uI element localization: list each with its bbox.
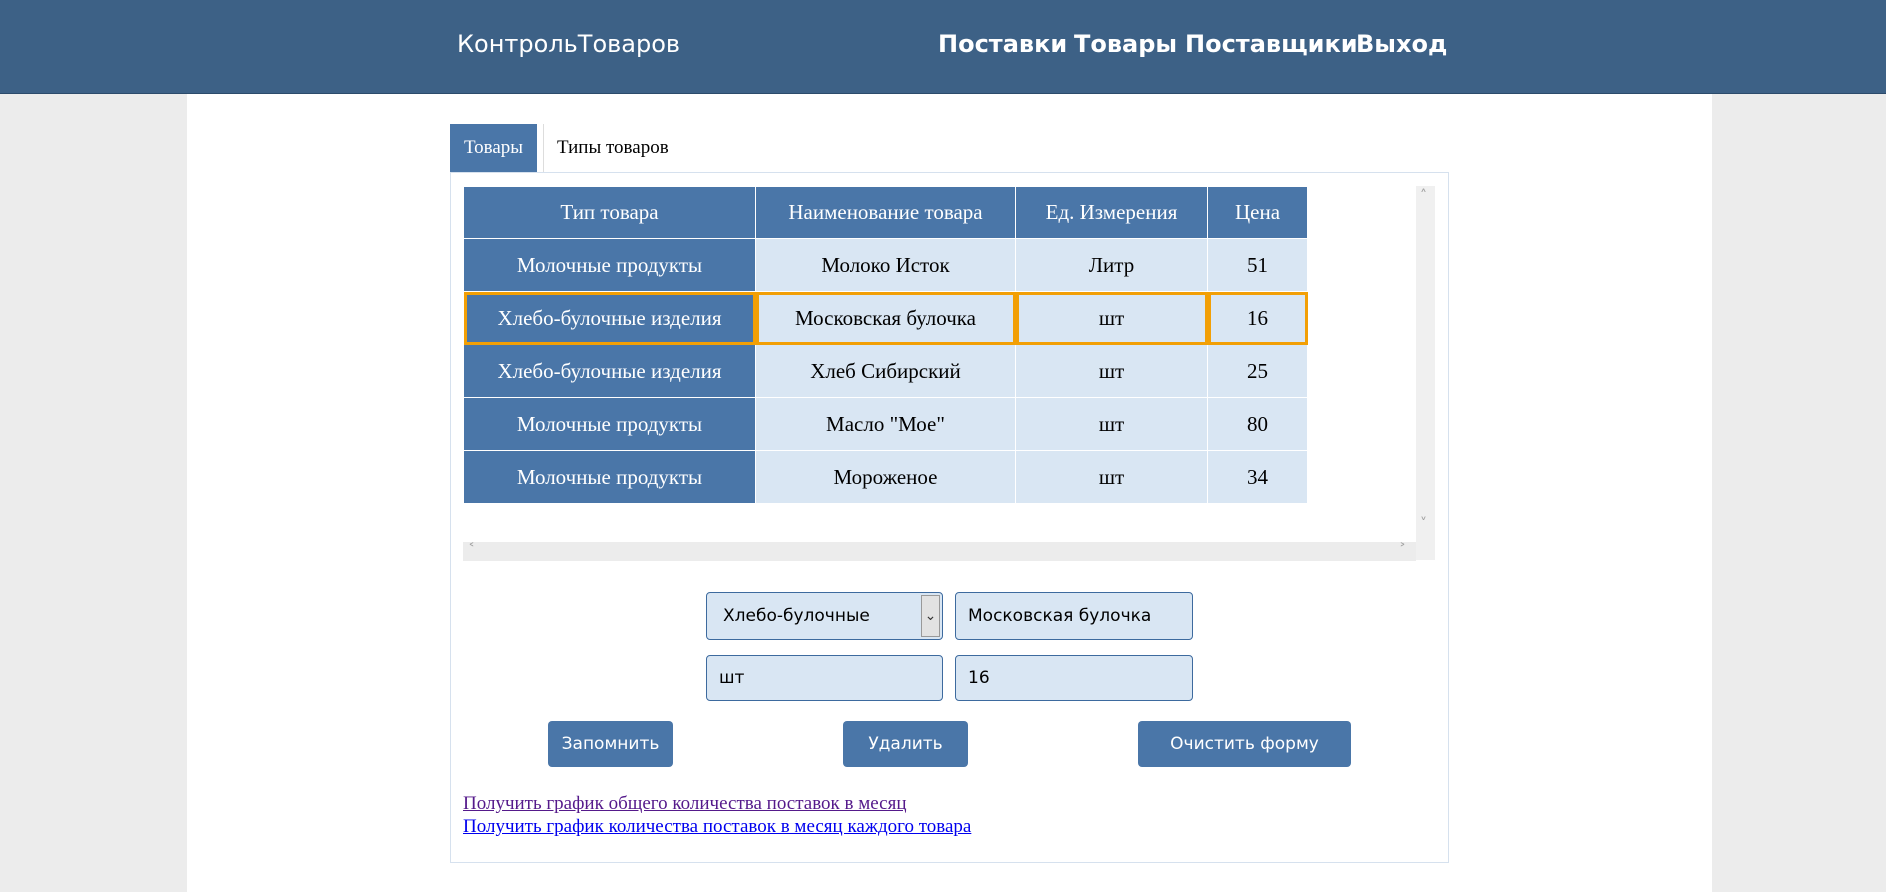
chevron-down-icon[interactable]: ⌄ [921, 595, 940, 637]
cell-price[interactable]: 51 [1207, 238, 1308, 292]
nav-suppliers[interactable]: Поставщики [1185, 30, 1358, 58]
table-header-row: Тип товара Наименование товара Ед. Измер… [463, 186, 1308, 239]
products-table: Тип товара Наименование товара Ед. Измер… [463, 186, 1308, 504]
table-row[interactable]: Молочные продукты Мороженое шт 34 [463, 450, 1308, 504]
horizontal-scrollbar[interactable]: ˂ ˃ [463, 542, 1416, 561]
save-button[interactable]: Запомнить [548, 721, 673, 767]
unit-field[interactable]: шт [706, 655, 943, 701]
cell-price[interactable]: 25 [1207, 344, 1308, 398]
cell-unit[interactable]: шт [1015, 397, 1208, 451]
clear-form-button[interactable]: Очистить форму [1138, 721, 1351, 767]
cell-name[interactable]: Мороженое [755, 450, 1016, 504]
nav-products[interactable]: Товары [1074, 30, 1177, 58]
scroll-down-icon[interactable]: ˅ [1420, 516, 1427, 532]
nav-logout[interactable]: Выход [1356, 30, 1447, 58]
product-type-select[interactable]: Хлебо-булочные изделия ⌄ [706, 592, 943, 672]
cell-name[interactable]: Хлеб Сибирский [755, 344, 1016, 398]
cell-unit[interactable]: шт [1015, 344, 1208, 398]
top-navbar: КонтрольТоваров Поставки Товары Поставщи… [0, 0, 1886, 94]
column-header-price[interactable]: Цена [1207, 186, 1308, 239]
cell-unit[interactable]: шт [1015, 291, 1208, 345]
cell-price[interactable]: 16 [1207, 291, 1308, 345]
scroll-right-icon[interactable]: ˃ [1399, 542, 1406, 558]
table-row[interactable]: Молочные продукты Масло "Мое" шт 80 [463, 397, 1308, 451]
cell-type[interactable]: Хлебо-булочные изделия [463, 291, 756, 345]
price-field[interactable]: 16 [955, 655, 1193, 701]
product-name-field[interactable]: Московская булочка [955, 592, 1193, 640]
cell-name[interactable]: Масло "Мое" [755, 397, 1016, 451]
cell-type[interactable]: Молочные продукты [463, 397, 756, 451]
cell-type[interactable]: Молочные продукты [463, 450, 756, 504]
cell-type[interactable]: Молочные продукты [463, 238, 756, 292]
per-item-supplies-chart-link[interactable]: Получить график количества поставок в ме… [463, 816, 971, 838]
cell-price[interactable]: 34 [1207, 450, 1308, 504]
table-row-selected[interactable]: Хлебо-булочные изделия Московская булочк… [463, 291, 1308, 345]
cell-unit[interactable]: шт [1015, 450, 1208, 504]
scroll-up-icon[interactable]: ˄ [1420, 188, 1427, 204]
column-header-name[interactable]: Наименование товара [755, 186, 1016, 239]
cell-name[interactable]: Молоко Исток [755, 238, 1016, 292]
cell-name[interactable]: Московская булочка [755, 291, 1016, 345]
table-row[interactable]: Молочные продукты Молоко Исток Литр 51 [463, 238, 1308, 292]
tab-products[interactable]: Товары [450, 124, 537, 172]
column-header-type[interactable]: Тип товара [463, 186, 756, 239]
vertical-scrollbar[interactable]: ˄ ˅ [1416, 186, 1435, 560]
cell-unit[interactable]: Литр [1015, 238, 1208, 292]
scroll-left-icon[interactable]: ˂ [468, 542, 475, 558]
brand-logo[interactable]: КонтрольТоваров [457, 30, 680, 58]
column-header-unit[interactable]: Ед. Измерения [1015, 186, 1208, 239]
table-row[interactable]: Хлебо-булочные изделия Хлеб Сибирский шт… [463, 344, 1308, 398]
cell-price[interactable]: 80 [1207, 397, 1308, 451]
tab-divider [543, 124, 544, 172]
cell-type[interactable]: Хлебо-булочные изделия [463, 344, 756, 398]
delete-button[interactable]: Удалить [843, 721, 968, 767]
total-supplies-chart-link[interactable]: Получить график общего количества постав… [463, 793, 907, 815]
tab-product-types[interactable]: Типы товаров [557, 124, 669, 172]
nav-supplies[interactable]: Поставки [938, 30, 1067, 58]
